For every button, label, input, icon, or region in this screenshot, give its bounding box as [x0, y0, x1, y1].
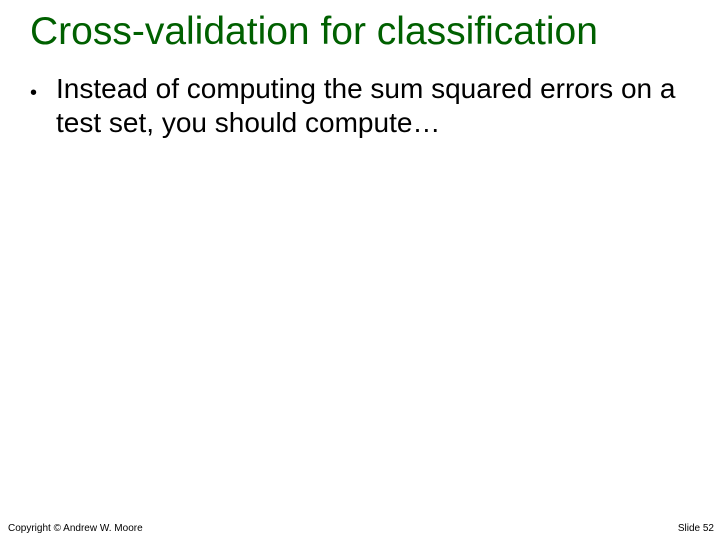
footer-copyright: Copyright © Andrew W. Moore — [8, 523, 143, 534]
body: • Instead of computing the sum squared e… — [0, 54, 720, 140]
page-title: Cross-validation for classification — [0, 0, 720, 54]
bullet-icon: • — [30, 72, 56, 110]
list-item: • Instead of computing the sum squared e… — [30, 72, 680, 140]
slide: Cross-validation for classification • In… — [0, 0, 720, 540]
bullet-text: Instead of computing the sum squared err… — [56, 72, 680, 140]
footer-slide-number: Slide 52 — [678, 523, 714, 534]
